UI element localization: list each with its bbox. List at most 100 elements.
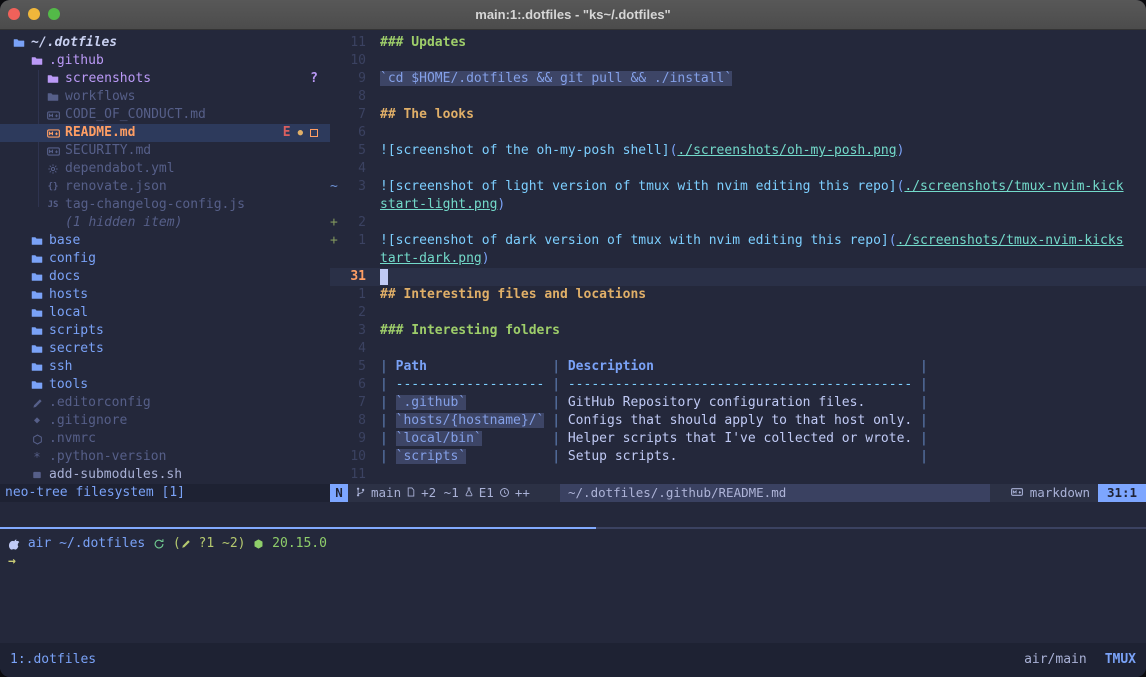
shell-pane[interactable]: air ~/.dotfiles ( ?1 ~2) 20.15.0 →: [0, 535, 1146, 635]
editor-line[interactable]: 8| `hosts/{hostname}/` | Configs that sh…: [330, 412, 1146, 430]
tree-item-tag-changelog-config.js[interactable]: JS tag-changelog-config.js: [0, 196, 330, 214]
line-number: [342, 196, 366, 214]
tree-item-tools[interactable]: tools: [0, 376, 330, 394]
editor-line[interactable]: ~3![screenshot of light version of tmux …: [330, 178, 1146, 196]
editor-line[interactable]: 1## Interesting files and locations: [330, 286, 1146, 304]
editor-line[interactable]: 5![screenshot of the oh-my-posh shell](.…: [330, 142, 1146, 160]
line-number: 8: [342, 88, 366, 106]
editor-line[interactable]: 6| ------------------- | ---------------…: [330, 376, 1146, 394]
tree-item-label: README.md: [65, 124, 135, 142]
editor-line[interactable]: 4: [330, 160, 1146, 178]
tree-item-.github[interactable]: .github: [0, 52, 330, 70]
tree-item-.gitignore[interactable]: ◆.gitignore: [0, 412, 330, 430]
editor-line[interactable]: 4: [330, 340, 1146, 358]
editor-line[interactable]: 31: [330, 268, 1146, 286]
editor-line[interactable]: 11### Updates: [330, 34, 1146, 52]
editor-line-text: | ------------------- | ----------------…: [380, 376, 928, 394]
js-icon: JS: [46, 198, 60, 212]
tree-item-hosts[interactable]: hosts: [0, 286, 330, 304]
flask-icon: [464, 484, 474, 502]
git-sign: +: [330, 214, 342, 232]
gear-icon: [46, 162, 60, 176]
line-number: 11: [342, 466, 366, 484]
line-number: 9: [342, 70, 366, 88]
editor-line[interactable]: 7| `.github` | GitHub Repository configu…: [330, 394, 1146, 412]
tree-item-readme.md[interactable]: README.mdE●: [0, 124, 330, 142]
editor-line-text: ### Interesting folders: [380, 322, 560, 340]
line-number: 1: [342, 232, 366, 250]
tmux-pane-border[interactable]: [0, 527, 1146, 529]
close-button[interactable]: [8, 8, 20, 20]
tree-item-label: tag-changelog-config.js: [65, 196, 245, 214]
editor-line-text: ## Interesting files and locations: [380, 286, 646, 304]
tree-item-.nvmrc[interactable]: .nvmrc: [0, 430, 330, 448]
tree-item-add-submodules.sh[interactable]: add-submodules.sh: [0, 466, 330, 484]
editor-line[interactable]: +2: [330, 214, 1146, 232]
tree-item-label: SECURITY.md: [65, 142, 151, 160]
shell-input-line[interactable]: →: [0, 553, 1146, 571]
editor-line[interactable]: 6: [330, 124, 1146, 142]
statusline: N main+2 ~1E1++ ~/.dotfiles/.github/READ…: [330, 484, 1146, 502]
tree-item-workflows[interactable]: workflows: [0, 88, 330, 106]
editor-line-text: | `local/bin` | Helper scripts that I've…: [380, 430, 928, 448]
tree-item-docs[interactable]: docs: [0, 268, 330, 286]
tree-item-ssh[interactable]: ssh: [0, 358, 330, 376]
tree-item-base[interactable]: base: [0, 232, 330, 250]
sign-column: [330, 196, 342, 214]
editor-line-text: ### Updates: [380, 34, 466, 52]
sync-icon: [153, 538, 165, 550]
sign-column: [330, 304, 342, 322]
folder-icon: [30, 342, 44, 356]
editor-line[interactable]: tart-dark.png): [330, 250, 1146, 268]
terminal-content: ~/.dotfiles.githubscreenshots?workflowsC…: [0, 30, 1146, 677]
tree-item-.python-version[interactable]: *.python-version: [0, 448, 330, 466]
tree-item-config[interactable]: config: [0, 250, 330, 268]
sign-column: [330, 286, 342, 304]
folder-icon: [30, 360, 44, 374]
tree-item-screenshots[interactable]: screenshots?: [0, 70, 330, 88]
statusline-text: E1: [479, 484, 494, 502]
minimize-button[interactable]: [28, 8, 40, 20]
editor-line-text: start-light.png): [380, 196, 505, 214]
editor-line[interactable]: start-light.png): [330, 196, 1146, 214]
statusline-text: ++: [515, 484, 530, 502]
editor-line[interactable]: 5| Path | Description |: [330, 358, 1146, 376]
tree-item-label: (1 hidden item): [65, 214, 182, 232]
tree-item-local[interactable]: local: [0, 304, 330, 322]
sign-column: [330, 376, 342, 394]
tree-item-security.md[interactable]: SECURITY.md: [0, 142, 330, 160]
tmux-window-tab[interactable]: 1:.dotfiles: [10, 651, 96, 669]
line-number: 9: [342, 430, 366, 448]
editor-line[interactable]: 9`cd $HOME/.dotfiles && git pull && ./in…: [330, 70, 1146, 88]
editor-line[interactable]: 10: [330, 52, 1146, 70]
tree-item-dependabot.yml[interactable]: dependabot.yml: [0, 160, 330, 178]
tree-item-secrets[interactable]: secrets: [0, 340, 330, 358]
zoom-button[interactable]: [48, 8, 60, 20]
tree-item--.dotfiles[interactable]: ~/.dotfiles: [0, 34, 330, 52]
statusline-right-section: markdown: [1010, 484, 1090, 502]
editor-line[interactable]: 2: [330, 304, 1146, 322]
editor-line[interactable]: 7## The looks: [330, 106, 1146, 124]
editor-line[interactable]: 8: [330, 88, 1146, 106]
editor-line[interactable]: 10| `scripts` | Setup scripts. |: [330, 448, 1146, 466]
editor-line[interactable]: +1![screenshot of dark version of tmux w…: [330, 232, 1146, 250]
tree-item-code-of-conduct.md[interactable]: CODE_OF_CONDUCT.md: [0, 106, 330, 124]
tree-item-renovate.json[interactable]: {}renovate.json: [0, 178, 330, 196]
tree-item-.editorconfig[interactable]: .editorconfig: [0, 394, 330, 412]
sign-column: [330, 142, 342, 160]
tree-item--1-hidden-item-[interactable]: (1 hidden item): [0, 214, 330, 232]
tree-item-label: .github: [49, 52, 104, 70]
tree-item-label: ssh: [49, 358, 72, 376]
folder-icon: [12, 36, 26, 50]
tree-item-scripts[interactable]: scripts: [0, 322, 330, 340]
editor-line[interactable]: 3### Interesting folders: [330, 322, 1146, 340]
folder-icon: [30, 234, 44, 248]
editor-line-text: ![screenshot of light version of tmux wi…: [380, 178, 1124, 196]
sign-column: [330, 106, 342, 124]
line-number: 4: [342, 160, 366, 178]
editor-line[interactable]: 9 | `local/bin` | Helper scripts that I'v…: [330, 430, 1146, 448]
statusline-filepath: ~/.dotfiles/.github/README.md: [560, 484, 990, 502]
statusline-filetype: markdown: [1030, 484, 1090, 502]
editor-buffer[interactable]: 11### Updates 10 9`cd $HOME/.dotfiles &&…: [330, 34, 1146, 484]
editor-line[interactable]: 11: [330, 466, 1146, 484]
